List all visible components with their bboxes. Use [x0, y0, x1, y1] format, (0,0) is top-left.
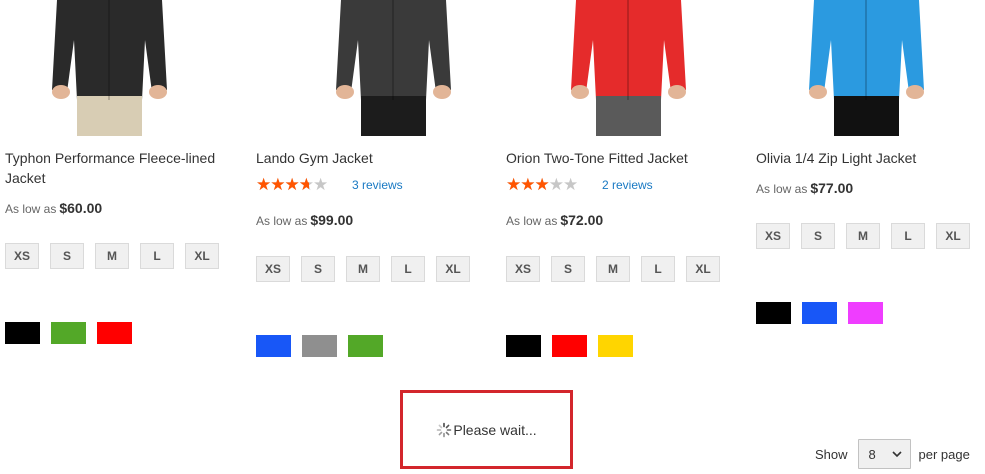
size-options: XS S M L XL	[756, 223, 985, 253]
color-swatch[interactable]	[598, 335, 633, 357]
limiter-value: 8	[868, 446, 876, 462]
color-options	[506, 335, 633, 357]
product-photo-icon	[52, 0, 167, 136]
color-swatch[interactable]	[756, 302, 791, 324]
page-limiter: Show 8 per page	[815, 439, 970, 469]
product-photo-icon	[336, 0, 451, 136]
size-option-s[interactable]: S	[50, 243, 84, 269]
product-price: As low as $99.00	[256, 212, 354, 228]
size-option-l[interactable]: L	[140, 243, 174, 269]
size-option-xs[interactable]: XS	[756, 223, 790, 249]
product-price: As low as $77.00	[756, 180, 854, 196]
product-photo-icon	[571, 0, 686, 136]
product-rating: ★★★★★★★★★★ 3 reviews	[256, 176, 403, 194]
size-options: XS S M L XL	[506, 256, 746, 286]
color-swatch[interactable]	[802, 302, 837, 324]
color-options	[756, 302, 883, 324]
product-image[interactable]	[17, 0, 202, 136]
size-option-m[interactable]: M	[346, 256, 380, 282]
size-option-xl[interactable]: XL	[436, 256, 470, 282]
size-option-xl[interactable]: XL	[686, 256, 720, 282]
size-options: XS S M L XL	[5, 243, 245, 273]
color-swatch[interactable]	[848, 302, 883, 324]
chevron-down-icon	[891, 451, 902, 458]
product-image[interactable]	[536, 0, 721, 136]
per-page-label: per page	[918, 446, 970, 462]
size-options: XS S M L XL	[256, 256, 496, 286]
size-option-m[interactable]: M	[596, 256, 630, 282]
product-name-link[interactable]: Orion Two-Tone Fitted Jacket	[506, 148, 741, 168]
reviews-link[interactable]: 3 reviews	[352, 178, 403, 192]
product-rating: ★★★★★★★★★★ 2 reviews	[506, 176, 653, 194]
size-option-l[interactable]: L	[641, 256, 675, 282]
size-option-xs[interactable]: XS	[506, 256, 540, 282]
color-swatch[interactable]	[97, 322, 132, 344]
size-option-xs[interactable]: XS	[5, 243, 39, 269]
color-swatch[interactable]	[256, 335, 291, 357]
product-image[interactable]	[774, 0, 959, 136]
loading-indicator: Please wait...	[400, 390, 573, 469]
rating-stars: ★★★★★★★★★★	[256, 175, 328, 194]
size-option-l[interactable]: L	[891, 223, 925, 249]
size-option-s[interactable]: S	[301, 256, 335, 282]
product-name-link[interactable]: Typhon Performance Fleece-lined Jacket	[5, 148, 240, 188]
color-swatch[interactable]	[51, 322, 86, 344]
color-swatch[interactable]	[506, 335, 541, 357]
reviews-link[interactable]: 2 reviews	[602, 178, 653, 192]
size-option-xl[interactable]: XL	[185, 243, 219, 269]
product-price: As low as $60.00	[5, 200, 103, 216]
show-label: Show	[815, 446, 848, 462]
product-image[interactable]	[301, 0, 486, 136]
product-name-link[interactable]: Olivia 1/4 Zip Light Jacket	[756, 148, 985, 168]
product-price: As low as $72.00	[506, 212, 604, 228]
color-swatch[interactable]	[302, 335, 337, 357]
color-swatch[interactable]	[5, 322, 40, 344]
color-options	[5, 322, 132, 344]
size-option-m[interactable]: M	[846, 223, 880, 249]
rating-stars: ★★★★★★★★★★	[506, 175, 578, 194]
color-swatch[interactable]	[552, 335, 587, 357]
size-option-s[interactable]: S	[551, 256, 585, 282]
size-option-l[interactable]: L	[391, 256, 425, 282]
product-name-link[interactable]: Lando Gym Jacket	[256, 148, 491, 168]
loading-text: Please wait...	[453, 421, 537, 438]
size-option-m[interactable]: M	[95, 243, 129, 269]
size-option-xs[interactable]: XS	[256, 256, 290, 282]
spinner-icon	[437, 422, 452, 437]
limiter-select[interactable]: 8	[857, 439, 911, 469]
size-option-xl[interactable]: XL	[936, 223, 970, 249]
size-option-s[interactable]: S	[801, 223, 835, 249]
product-photo-icon	[809, 0, 924, 136]
color-swatch[interactable]	[348, 335, 383, 357]
color-options	[256, 335, 383, 357]
